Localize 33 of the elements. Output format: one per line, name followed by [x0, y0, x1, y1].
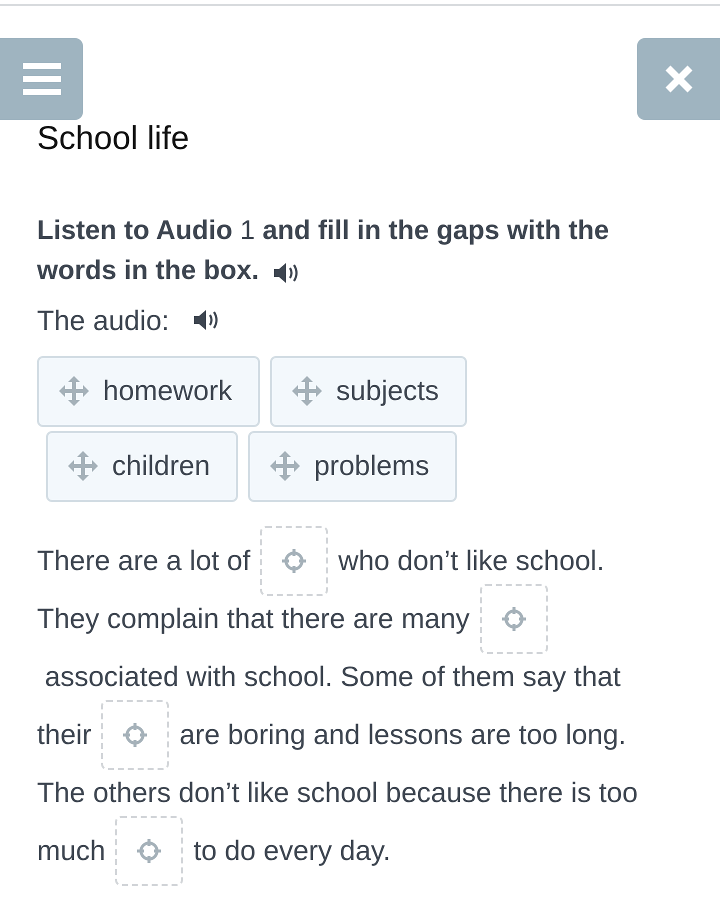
passage-text: to do every day.	[193, 834, 391, 868]
move-icon	[292, 376, 322, 406]
target-icon	[136, 838, 162, 864]
audio-label: The audio:	[37, 304, 170, 338]
drop-gap[interactable]	[480, 584, 548, 654]
target-icon	[122, 722, 148, 748]
move-icon	[270, 451, 300, 482]
page-title: School life	[37, 118, 190, 158]
menu-button[interactable]	[0, 38, 83, 120]
menu-icon	[22, 63, 60, 95]
passage-text: The others don’t like school because there is too	[37, 776, 638, 810]
instruction-text: Listen to Audio 1 and fill in the gaps with the	[37, 214, 610, 245]
passage-text: their	[37, 718, 92, 752]
word-chip[interactable]: homework	[37, 356, 260, 427]
close-icon	[664, 64, 694, 94]
move-icon	[68, 451, 98, 482]
drop-gap[interactable]	[101, 700, 170, 770]
passage-text: They complain that there are many	[37, 602, 470, 636]
word-chip[interactable]: problems	[248, 430, 458, 502]
close-button[interactable]	[637, 38, 720, 120]
instruction-text: words in the box.	[37, 254, 260, 285]
drop-gap[interactable]	[115, 816, 184, 886]
passage-text: who don’t like school.	[338, 544, 604, 578]
target-icon	[281, 548, 308, 574]
passage-text: There are a lot of	[37, 544, 250, 578]
word-chip[interactable]: subjects	[270, 356, 467, 427]
passage-text: associated with school. Some of them say that	[44, 660, 621, 694]
drop-gap[interactable]	[260, 526, 328, 596]
passage-text: much	[37, 834, 106, 868]
passage-text: are boring and lessons are too long.	[179, 718, 626, 752]
word-chip[interactable]: children	[46, 430, 238, 502]
target-icon	[500, 606, 527, 632]
move-icon	[59, 376, 89, 406]
